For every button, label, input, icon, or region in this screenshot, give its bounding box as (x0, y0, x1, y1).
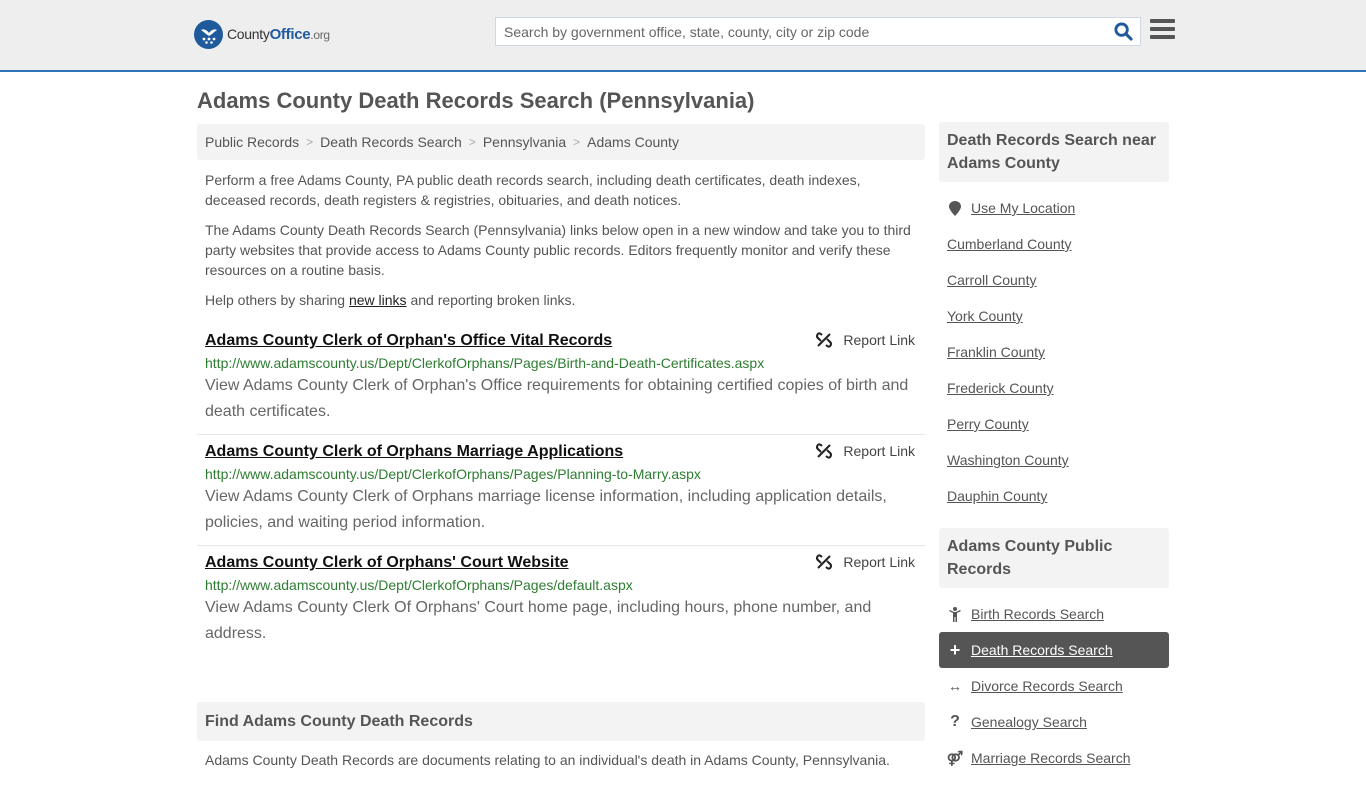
breadcrumb: Public Records > Death Records Search > … (197, 124, 925, 160)
plus-icon: + (949, 639, 961, 660)
county-link-york[interactable]: York County (947, 308, 1023, 324)
breadcrumb-pennsylvania[interactable]: Pennsylvania (483, 134, 566, 150)
nearby-heading: Death Records Search near Adams County (939, 122, 1169, 182)
breadcrumb-separator: > (573, 135, 581, 149)
nearby-county-item[interactable]: Washington County (939, 442, 1169, 478)
death-records-link[interactable]: Death Records Search (971, 642, 1113, 658)
county-link-dauphin[interactable]: Dauphin County (947, 488, 1047, 504)
logo-text: CountyOffice.org (227, 26, 330, 43)
result-item: Adams County Clerk of Orphans' Court Web… (197, 546, 925, 656)
share-links-paragraph: Help others by sharing new links and rep… (205, 292, 576, 308)
broken-link-icon (816, 443, 833, 459)
nearby-county-item[interactable]: Franklin County (939, 334, 1169, 370)
breadcrumb-death-records-search[interactable]: Death Records Search (320, 134, 462, 150)
breadcrumb-separator: > (468, 135, 476, 149)
public-records-list: Birth Records Search + Death Records Sea… (939, 596, 1169, 776)
result-item: Adams County Clerk of Orphan's Office Vi… (197, 324, 925, 435)
county-link-frederick[interactable]: Frederick County (947, 380, 1054, 396)
genealogy-link[interactable]: Genealogy Search (971, 714, 1087, 730)
county-link-franklin[interactable]: Franklin County (947, 344, 1045, 360)
nearby-counties-list: Use My Location Cumberland County Carrol… (939, 190, 1169, 514)
sidebar-item-divorce-records[interactable]: ↔ Divorce Records Search (939, 668, 1169, 704)
intro-section: Perform a free Adams County, PA public d… (197, 170, 925, 310)
broken-link-icon (816, 554, 833, 570)
broken-link-icon (816, 332, 833, 348)
report-link-button[interactable]: Report Link (816, 332, 915, 348)
nearby-county-item[interactable]: Carroll County (939, 262, 1169, 298)
breadcrumb-adams-county[interactable]: Adams County (587, 134, 679, 150)
use-my-location-item[interactable]: Use My Location (939, 190, 1169, 226)
result-title-link[interactable]: Adams County Clerk of Orphans' Court Web… (205, 552, 569, 574)
question-icon: ? (950, 713, 960, 730)
result-title-link[interactable]: Adams County Clerk of Orphans Marriage A… (205, 441, 623, 463)
map-pin-icon (947, 200, 963, 216)
county-link-cumberland[interactable]: Cumberland County (947, 236, 1072, 252)
county-link-perry[interactable]: Perry County (947, 416, 1029, 432)
site-search (495, 17, 1141, 46)
breadcrumb-separator: > (306, 135, 314, 149)
report-link-button[interactable]: Report Link (816, 443, 915, 459)
county-link-carroll[interactable]: Carroll County (947, 272, 1036, 288)
page-title: Adams County Death Records Search (Penns… (197, 88, 755, 113)
search-button[interactable] (1106, 18, 1140, 45)
search-icon (1113, 22, 1133, 41)
result-description: View Adams County Clerk of Orphans marri… (205, 488, 887, 531)
county-link-washington[interactable]: Washington County (947, 452, 1069, 468)
nearby-county-item[interactable]: Dauphin County (939, 478, 1169, 514)
breadcrumb-public-records[interactable]: Public Records (205, 134, 299, 150)
site-header: CountyOffice.org (0, 0, 1366, 72)
marriage-records-link[interactable]: Marriage Records Search (971, 750, 1131, 766)
result-url: http://www.adamscounty.us/Dept/ClerkofOr… (205, 577, 633, 593)
site-logo[interactable]: CountyOffice.org (194, 20, 330, 49)
sidebar: Death Records Search near Adams County U… (939, 122, 1169, 790)
disclaimer-paragraph: The Adams County Death Records Search (P… (205, 222, 911, 278)
public-records-heading: Adams County Public Records (939, 528, 1169, 588)
result-url: http://www.adamscounty.us/Dept/ClerkofOr… (205, 355, 765, 371)
find-records-heading: Find Adams County Death Records (197, 702, 925, 741)
divorce-records-link[interactable]: Divorce Records Search (971, 678, 1123, 694)
birth-records-link[interactable]: Birth Records Search (971, 606, 1104, 622)
result-title-link[interactable]: Adams County Clerk of Orphan's Office Vi… (205, 330, 612, 352)
result-description: View Adams County Clerk Of Orphans' Cour… (205, 599, 872, 642)
nearby-county-item[interactable]: Cumberland County (939, 226, 1169, 262)
result-description: View Adams County Clerk of Orphan's Offi… (205, 377, 909, 420)
result-item: Adams County Clerk of Orphans Marriage A… (197, 435, 925, 546)
sidebar-item-birth-records[interactable]: Birth Records Search (939, 596, 1169, 632)
nearby-county-item[interactable]: York County (939, 298, 1169, 334)
main-content: Public Records > Death Records Search > … (197, 124, 925, 656)
arrows-horizontal-icon: ↔ (948, 678, 962, 694)
new-links-link[interactable]: new links (349, 292, 407, 308)
marriage-icon: ⚤ (946, 749, 964, 766)
find-records-text: Adams County Death Records are documents… (205, 752, 890, 768)
sidebar-item-genealogy[interactable]: ? Genealogy Search (939, 704, 1169, 740)
eagle-stars-logo-icon (194, 20, 223, 49)
child-icon (947, 606, 963, 622)
hamburger-menu-icon[interactable] (1150, 19, 1175, 41)
sidebar-item-death-records[interactable]: + Death Records Search (939, 632, 1169, 668)
nearby-county-item[interactable]: Frederick County (939, 370, 1169, 406)
nearby-county-item[interactable]: Perry County (939, 406, 1169, 442)
report-link-button[interactable]: Report Link (816, 554, 915, 570)
result-url: http://www.adamscounty.us/Dept/ClerkofOr… (205, 466, 701, 482)
intro-paragraph: Perform a free Adams County, PA public d… (205, 172, 861, 208)
sidebar-item-marriage-records[interactable]: ⚤ Marriage Records Search (939, 740, 1169, 776)
use-my-location-link[interactable]: Use My Location (971, 200, 1075, 216)
search-input[interactable] (496, 18, 1106, 45)
